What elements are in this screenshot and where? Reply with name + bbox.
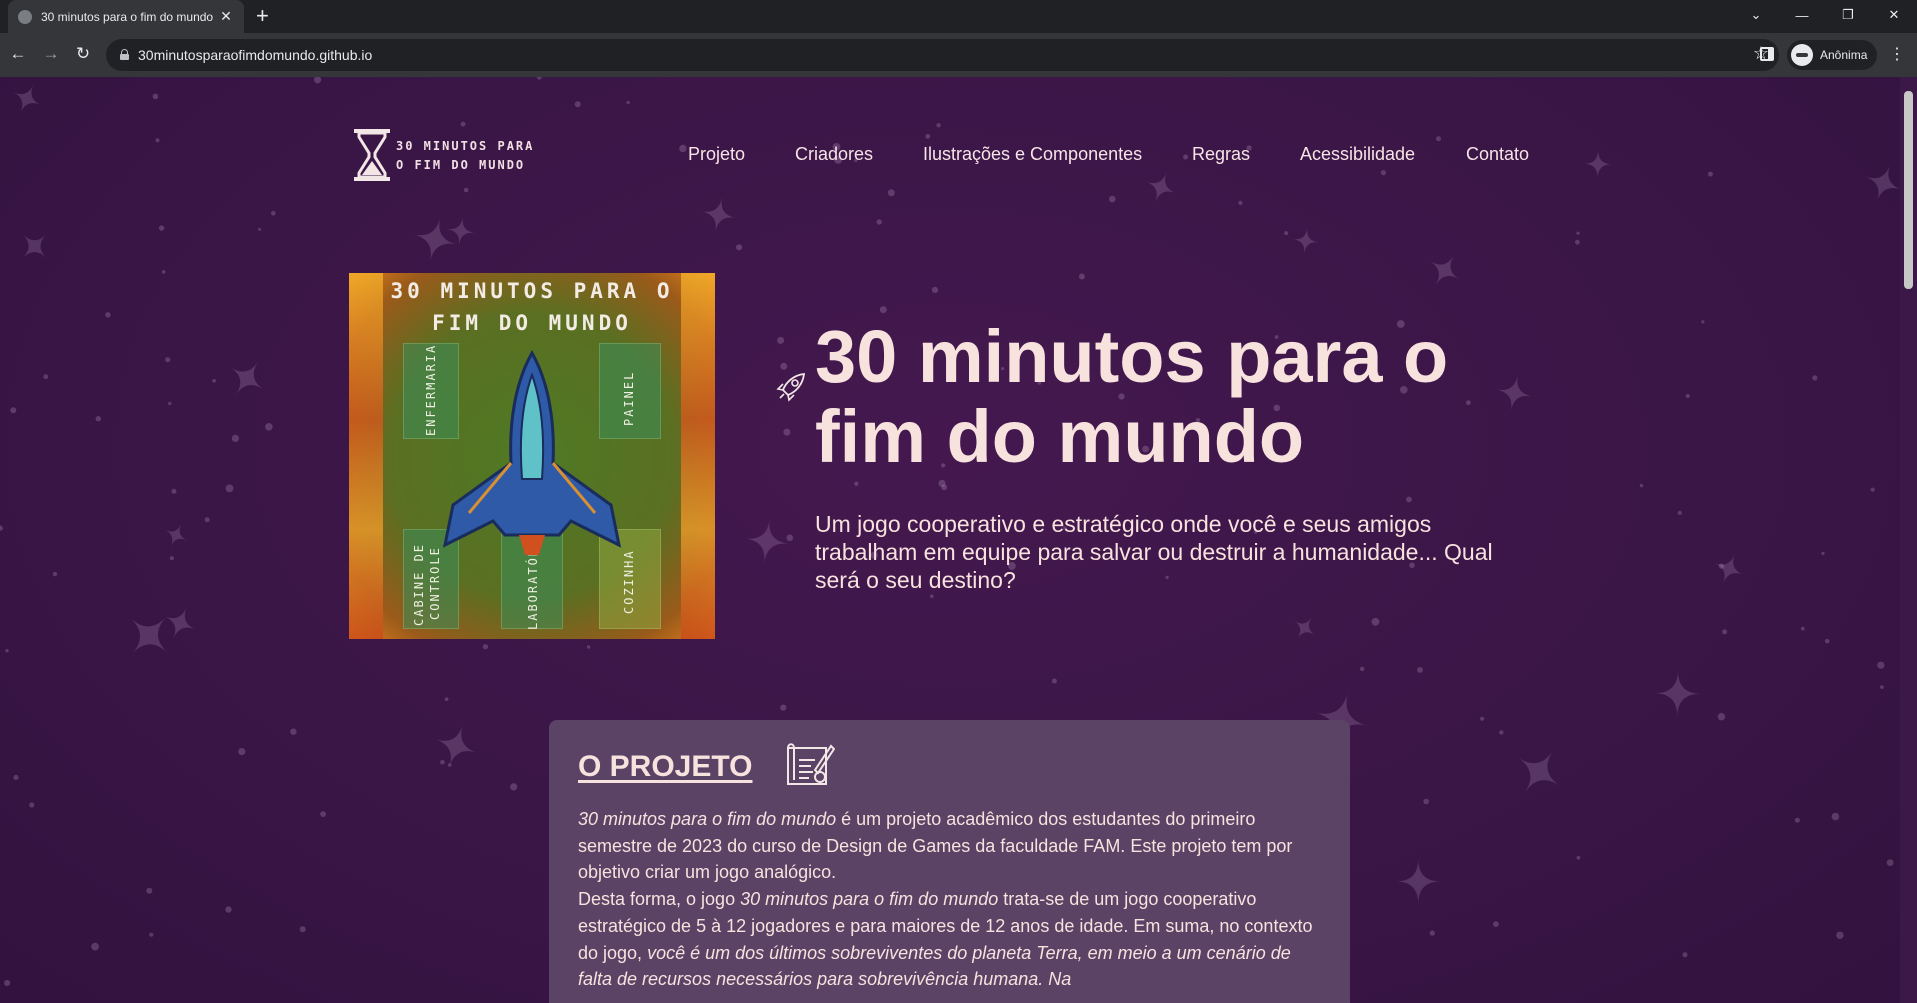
tab-bar: 30 minutos para o fim do mundo ✕ + ⌄ — ❐… [0,0,1917,33]
side-panel-icon[interactable] [1760,47,1774,61]
spaceship-illustration [442,349,622,555]
project-paragraph-2: Desta forma, o jogo 30 minutos para o fi… [578,889,1313,990]
project-section: O PROJETO 30 minutos para o fim do mundo… [549,720,1350,1003]
logo-line-1: 30 MINUTOS PARA [396,139,535,153]
nav-projeto[interactable]: Projeto [688,144,745,165]
page-scrollbar[interactable] [1900,77,1917,1003]
browser-toolbar: ← → ↻ 30minutosparaofimdomundo.github.io… [0,33,1917,77]
browser-menu-icon[interactable]: ⋮ [1889,44,1905,66]
incognito-icon [1791,44,1813,66]
globe-icon [18,9,32,24]
nav-contato[interactable]: Contato [1466,144,1529,165]
project-paragraph-1: 30 minutos para o fim do mundo é um proj… [578,809,1293,883]
page-viewport: 30 MINUTOS PARA O FIM DO MUNDO Projeto C… [0,77,1900,1003]
tab-close-icon[interactable]: ✕ [218,8,234,25]
close-window-button[interactable]: ✕ [1871,0,1917,30]
rocket-icon [776,372,806,402]
nav-acessibilidade[interactable]: Acessibilidade [1300,144,1415,165]
tab-title: 30 minutos para o fim do mundo [41,9,214,24]
profile-button[interactable]: Anônima [1787,40,1878,70]
game-board-image: 30 MINUTOS PARA O FIM DO MUNDO ENFERMARI… [349,273,715,639]
project-description: 30 minutos para o fim do mundo é um proj… [578,806,1323,993]
nav-ilustracoes-componentes[interactable]: Ilustrações e Componentes [923,144,1142,165]
forward-button[interactable]: → [40,44,62,64]
lock-icon[interactable] [120,49,129,60]
address-bar[interactable]: 30minutosparaofimdomundo.github.io ☆ [106,39,1779,71]
logo-line-2: O FIM DO MUNDO [396,158,526,172]
hourglass-icon [354,129,390,181]
restore-button[interactable]: ❐ [1825,0,1871,30]
scrollbar-thumb[interactable] [1904,91,1913,289]
nav-criadores[interactable]: Criadores [795,144,873,165]
site-logo[interactable]: 30 MINUTOS PARA O FIM DO MUNDO [352,127,562,183]
minimize-button[interactable]: — [1779,0,1825,30]
hero-title: 30 minutos para o fim do mundo [815,315,1449,478]
active-tab[interactable]: 30 minutos para o fim do mundo ✕ [8,0,244,33]
back-button[interactable]: ← [7,44,29,64]
hero-subtitle: Um jogo cooperativo e estratégico onde v… [815,511,1493,593]
nav-regras[interactable]: Regras [1192,144,1250,165]
tab-search-icon[interactable]: ⌄ [1733,0,1779,30]
url-text[interactable]: 30minutosparaofimdomundo.github.io [138,47,372,63]
new-tab-button[interactable]: + [256,4,269,28]
blueprint-icon [787,743,835,785]
project-heading: O PROJETO [578,750,753,783]
profile-label: Anônima [1820,48,1868,62]
reload-button[interactable]: ↻ [72,44,94,64]
